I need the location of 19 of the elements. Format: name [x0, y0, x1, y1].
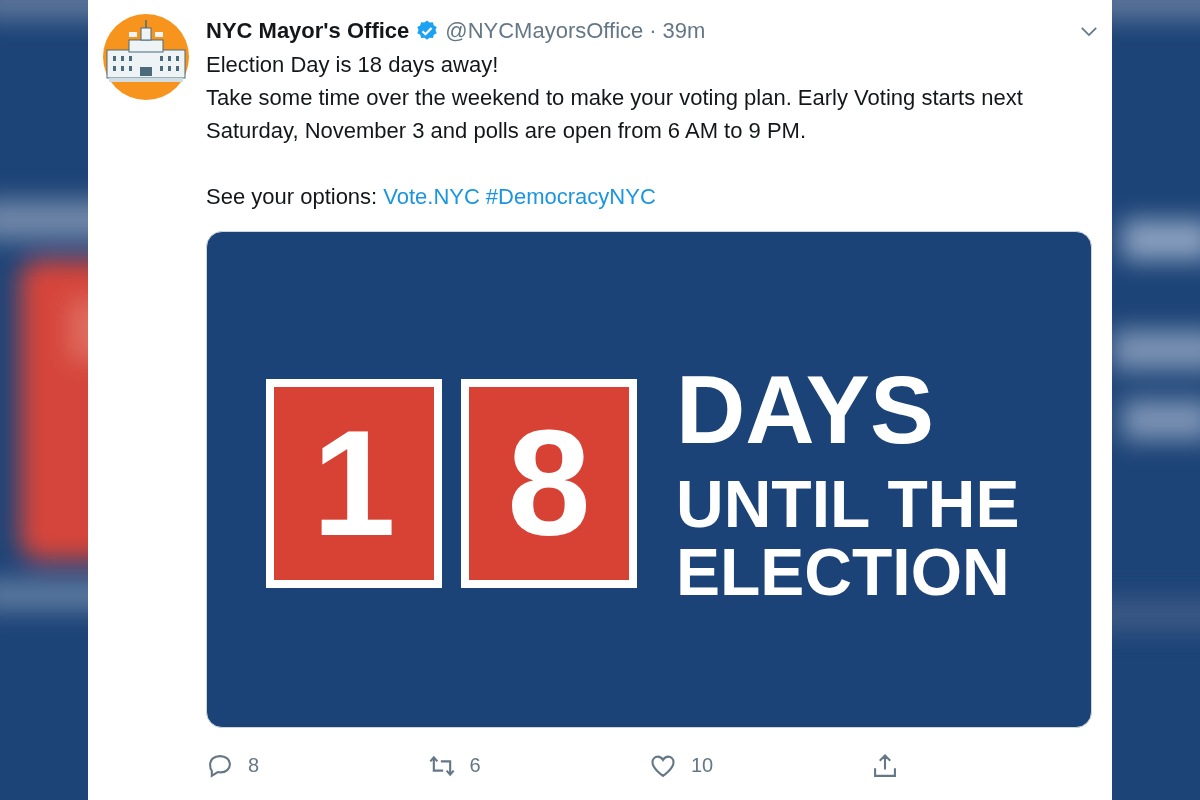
separator: ·	[649, 18, 657, 44]
action-count: 6	[469, 754, 481, 777]
author-name[interactable]: NYC Mayor's Office	[206, 18, 410, 44]
graphic-subline: ELECTION	[676, 537, 1011, 606]
tweet-text: Take some time over the weekend to make your voting plan. Early Voting starts next Saturday, November 3 and polls are open from 6 AM to 9 PM.	[206, 84, 1024, 145]
chevron-down-icon[interactable]	[1080, 25, 1098, 37]
graphic-headline: DAYS	[676, 361, 935, 458]
digit-tile: 8	[461, 379, 637, 588]
tweet-time[interactable]: 39m	[662, 18, 706, 44]
action-count: 10	[691, 754, 714, 777]
tweet-text: Election Day is 18 days away!	[206, 51, 500, 79]
city-hall-avatar[interactable]	[103, 14, 189, 100]
action-count: 8	[248, 754, 260, 777]
tweet-link[interactable]: Vote.NYC	[383, 180, 480, 213]
author-handle[interactable]: @NYCMayorsOffice	[445, 18, 644, 44]
tweet-link[interactable]: #DemocracyNYC	[485, 180, 656, 213]
digit-tile: 1	[266, 379, 442, 588]
graphic-subline: UNTIL THE	[676, 469, 1020, 538]
options-label: See your options:	[206, 183, 378, 211]
